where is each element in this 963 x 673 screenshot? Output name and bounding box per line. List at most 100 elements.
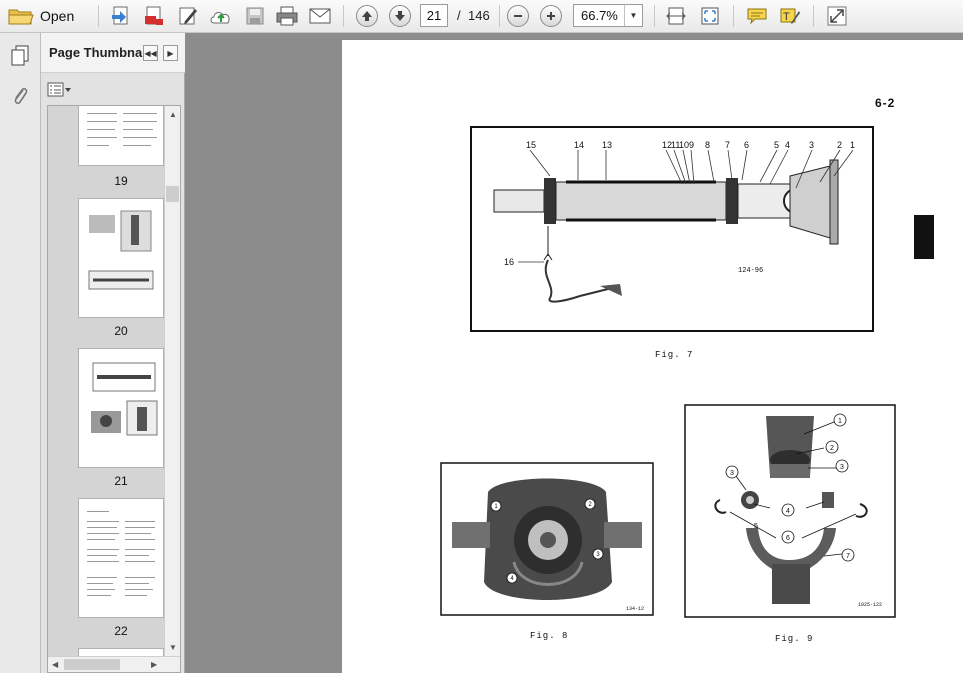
toolbar-separator	[98, 5, 99, 27]
callout: 6	[744, 140, 749, 150]
horizontal-scroll-thumb[interactable]	[64, 659, 120, 670]
callout: 2	[837, 140, 842, 150]
printer-icon	[276, 6, 298, 26]
pencil-page-icon	[179, 7, 197, 25]
open-button-label: Open	[40, 8, 75, 24]
paperclip-icon	[14, 87, 28, 105]
callout: 13	[602, 140, 612, 150]
thumbnail-label: 22	[114, 624, 128, 638]
thumbnail-page-19[interactable]	[78, 106, 164, 166]
highlight-text-button[interactable]: T	[777, 3, 803, 29]
callout: 10	[679, 140, 689, 150]
figure-8-photo: 1 2 3 4 134-12	[440, 462, 654, 616]
vertical-scroll-thumb[interactable]	[166, 186, 179, 202]
callout: 1	[850, 140, 855, 150]
callout: 7	[725, 140, 730, 150]
callout: 8	[705, 140, 710, 150]
horizontal-scrollbar[interactable]: ◀ ▶	[48, 656, 180, 672]
thumbnail-page-22[interactable]	[78, 498, 164, 618]
next-page-button[interactable]	[388, 3, 412, 29]
panel-title: Page Thumbna...	[49, 45, 154, 60]
toolbar-separator	[343, 5, 344, 27]
scroll-up-icon[interactable]: ▲	[169, 110, 177, 119]
comment-button[interactable]	[744, 3, 770, 29]
chevron-down-icon[interactable]: ▼	[624, 5, 642, 26]
document-page[interactable]: 6-2 15 14 13 12 11 10 9 8 7 6 5 4 3 2 1 …	[342, 40, 963, 673]
callout: 15	[526, 140, 536, 150]
page-thumbnails-tab[interactable]	[7, 43, 33, 69]
next-panel-button[interactable]: ▶	[163, 45, 178, 61]
callout: 3	[840, 464, 844, 471]
page-separator: /	[457, 8, 461, 23]
toolbar-separator	[733, 5, 734, 27]
zoom-in-button[interactable]	[539, 3, 563, 29]
previous-page-button[interactable]	[355, 3, 379, 29]
main-toolbar: Open 21 / 146 66.7% ▼ T	[0, 0, 963, 33]
figure-9-stamp: 1025-122	[858, 602, 882, 608]
toolbar-separator	[499, 5, 500, 27]
figure-7-stamp: 124-96	[738, 267, 763, 275]
total-pages-label: 146	[468, 8, 490, 23]
edit-pdf-button[interactable]	[175, 3, 201, 29]
highlight-pen-icon: T	[780, 8, 800, 24]
figure-9-photo: 1 2 3 3 4 5 6 7 1025-122	[684, 404, 896, 618]
callout: 4	[786, 508, 790, 515]
callout: 1	[838, 418, 842, 425]
email-button[interactable]	[307, 3, 333, 29]
page-thumbnails-panel: Page Thumbna... ◀◀ ▶ 19 20 21 22 ▲ ▼ ◀ ▶	[41, 33, 185, 673]
callout: 5	[774, 140, 779, 150]
attachments-tab[interactable]	[7, 83, 33, 109]
scroll-down-icon[interactable]: ▼	[169, 643, 177, 652]
vertical-scrollbar[interactable]: ▲ ▼	[164, 106, 180, 656]
plus-icon	[540, 5, 562, 27]
toolbar-separator	[813, 5, 814, 27]
callout: 4	[785, 140, 790, 150]
callout: 3	[730, 470, 734, 477]
envelope-icon	[309, 8, 331, 24]
callout: 3	[809, 140, 814, 150]
thumbnail-options-button[interactable]	[47, 81, 73, 99]
arrow-up-icon	[356, 5, 378, 27]
figure-9-caption: Fig. 9	[775, 634, 814, 644]
chevron-right-icon: ▶	[167, 48, 174, 58]
scroll-right-icon[interactable]: ▶	[151, 660, 157, 669]
create-pdf-button[interactable]	[108, 3, 134, 29]
panel-header: Page Thumbna... ◀◀ ▶	[41, 33, 185, 73]
thumbnail-page-21[interactable]	[78, 348, 164, 468]
collapse-panel-button[interactable]: ◀◀	[143, 45, 158, 61]
callout: 16	[504, 257, 514, 267]
minus-icon	[507, 5, 529, 27]
figure-7-drawing: 15 14 13 12 11 10 9 8 7 6 5 4 3 2 1 16 1…	[470, 126, 874, 332]
folder-icon	[8, 9, 34, 25]
expand-arrows-icon	[827, 6, 847, 26]
expand-button[interactable]	[824, 3, 850, 29]
scroll-left-icon[interactable]: ◀	[52, 660, 58, 669]
page-number-input[interactable]	[420, 4, 448, 27]
save-button[interactable]	[242, 3, 268, 29]
pdf-viewer-window: Open 21 / 146 66.7% ▼ T Page Thumbna... …	[0, 0, 963, 673]
cloud-upload-icon	[210, 12, 230, 24]
zoom-select[interactable]: 66.7% ▼	[573, 4, 643, 27]
print-button[interactable]	[273, 3, 301, 29]
thumbnail-drawing	[88, 210, 154, 290]
fit-page-button[interactable]	[697, 3, 723, 29]
create-pdf-icon	[112, 6, 128, 25]
thumbnail-page-20[interactable]	[78, 198, 164, 318]
thumbnail-list[interactable]: 19 20 21 22 ▲ ▼ ◀ ▶	[47, 105, 181, 673]
toolbar-separator	[654, 5, 655, 27]
upload-cloud-button[interactable]	[207, 3, 235, 29]
export-pdf-button[interactable]	[141, 3, 167, 29]
double-chevron-left-icon: ◀◀	[144, 48, 157, 58]
page-number-heading: 6-2	[875, 96, 896, 110]
zoom-out-button[interactable]	[506, 3, 530, 29]
fit-page-icon	[701, 7, 719, 25]
thumbnail-label: 19	[114, 174, 128, 188]
fit-width-button[interactable]	[663, 3, 689, 29]
navigation-rail	[0, 33, 41, 673]
fit-width-icon	[666, 7, 686, 25]
open-button[interactable]: Open	[8, 3, 80, 29]
callout: 6	[786, 535, 790, 542]
figure-7-caption: Fig. 7	[655, 350, 694, 360]
speech-bubble-icon	[747, 8, 767, 25]
figure-8-stamp: 134-12	[626, 606, 644, 612]
